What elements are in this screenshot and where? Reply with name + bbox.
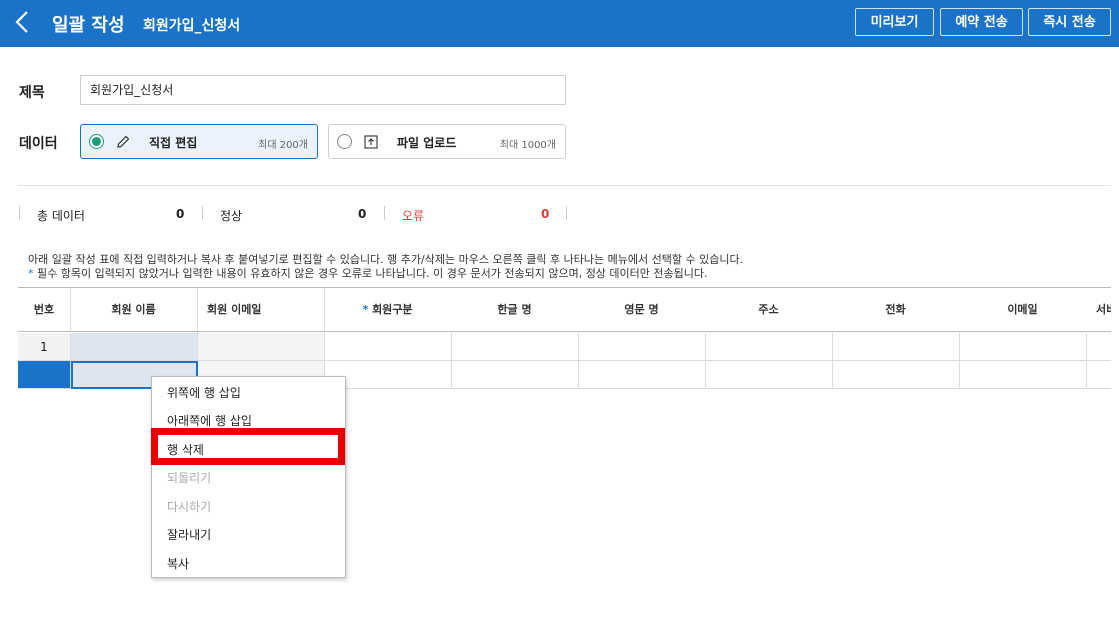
context-menu: 위쪽에 행 삽입 아래쪽에 행 삽입 행 삭제 되돌리기 다시하기 잘라내기 복… bbox=[151, 376, 346, 578]
send-now-button[interactable]: 즉시 전송 bbox=[1028, 8, 1111, 36]
top-bar: 일괄 작성 회원가입_신청서 미리보기 예약 전송 즉시 전송 bbox=[0, 0, 1119, 47]
back-arrow-icon[interactable] bbox=[15, 10, 37, 36]
column-header-member-type[interactable]: * 회원구분 bbox=[324, 288, 451, 331]
page-title: 일괄 작성 bbox=[52, 15, 125, 36]
grid-cell[interactable] bbox=[452, 333, 579, 361]
grid-cell[interactable] bbox=[579, 361, 706, 389]
pencil-icon bbox=[115, 134, 131, 150]
error-label: 오류 bbox=[402, 209, 425, 223]
grid-cell[interactable] bbox=[960, 361, 1087, 389]
menu-insert-row-below[interactable]: 아래쪽에 행 삽입 bbox=[167, 412, 252, 429]
grid-cell[interactable] bbox=[452, 361, 579, 389]
stat-separator bbox=[19, 206, 20, 220]
column-header-member-email[interactable]: 회원 이메일 bbox=[197, 288, 324, 331]
highlight-box bbox=[151, 428, 345, 465]
menu-copy[interactable]: 복사 bbox=[167, 555, 189, 572]
normal-value: 0 bbox=[358, 207, 367, 221]
data-label: 데이터 bbox=[19, 136, 58, 152]
subject-label: 제목 bbox=[19, 85, 45, 101]
subject-input[interactable]: 회원가입_신청서 bbox=[80, 75, 566, 105]
stat-separator bbox=[202, 206, 203, 220]
grid-cell[interactable] bbox=[1087, 333, 1111, 361]
radio-unselected-icon[interactable] bbox=[337, 134, 352, 149]
grid-cell[interactable] bbox=[833, 361, 960, 389]
grid-header: 번호 회원 이름 회원 이메일 * 회원구분 한글 명 영문 명 주소 전화 이… bbox=[18, 287, 1111, 332]
direct-edit-option[interactable]: 직접 편집 최대 200개 bbox=[80, 124, 318, 159]
menu-undo: 되돌리기 bbox=[167, 471, 212, 485]
file-upload-option[interactable]: 파일 업로드 최대 1000개 bbox=[328, 124, 566, 159]
menu-redo: 다시하기 bbox=[167, 500, 212, 514]
menu-cut[interactable]: 잘라내기 bbox=[167, 526, 211, 543]
column-header-email[interactable]: 이메일 bbox=[959, 288, 1086, 331]
grid-cell[interactable] bbox=[325, 333, 452, 361]
document-name: 회원가입_신청서 bbox=[143, 18, 241, 34]
grid-cell[interactable] bbox=[706, 333, 833, 361]
grid-cell[interactable] bbox=[198, 333, 325, 361]
column-header-phone[interactable]: 전화 bbox=[832, 288, 959, 331]
menu-insert-row-above[interactable]: 위쪽에 행 삽입 bbox=[167, 384, 241, 401]
grid-cell[interactable] bbox=[706, 361, 833, 389]
stat-separator bbox=[384, 206, 385, 220]
column-header-korean-name[interactable]: 한글 명 bbox=[451, 288, 578, 331]
column-header-service[interactable]: 서비 bbox=[1086, 288, 1111, 331]
upload-icon bbox=[363, 134, 379, 150]
column-header-number[interactable]: 번호 bbox=[18, 288, 70, 331]
row-number-selected[interactable] bbox=[18, 361, 71, 389]
grid-cell[interactable] bbox=[579, 333, 706, 361]
normal-label: 정상 bbox=[220, 209, 243, 223]
file-upload-label: 파일 업로드 bbox=[397, 136, 457, 150]
direct-edit-max: 최대 200개 bbox=[258, 140, 308, 151]
total-data-label: 총 데이터 bbox=[37, 209, 85, 223]
required-mark: * bbox=[362, 303, 369, 316]
grid-cell[interactable] bbox=[833, 333, 960, 361]
grid-note: * 필수 항목이 입력되지 않았거나 입력한 내용이 유효하지 않은 경우 오류… bbox=[28, 265, 708, 281]
direct-edit-label: 직접 편집 bbox=[149, 136, 198, 150]
grid-cell[interactable] bbox=[71, 333, 198, 361]
grid-cell[interactable] bbox=[1087, 361, 1111, 389]
schedule-send-button[interactable]: 예약 전송 bbox=[940, 8, 1023, 36]
stat-separator bbox=[566, 206, 567, 220]
grid-cell[interactable] bbox=[960, 333, 1087, 361]
column-header-address[interactable]: 주소 bbox=[705, 288, 832, 331]
section-divider bbox=[18, 185, 1111, 186]
column-header-member-type-label: 회원구분 bbox=[372, 303, 413, 316]
preview-button[interactable]: 미리보기 bbox=[855, 8, 934, 36]
error-value: 0 bbox=[541, 207, 550, 221]
total-data-value: 0 bbox=[176, 207, 185, 221]
column-header-member-name[interactable]: 회원 이름 bbox=[70, 288, 197, 331]
column-header-english-name[interactable]: 영문 명 bbox=[578, 288, 705, 331]
radio-selected-icon[interactable] bbox=[89, 134, 104, 149]
file-upload-max: 최대 1000개 bbox=[499, 140, 556, 151]
grid-note-text: 필수 항목이 입력되지 않았거나 입력한 내용이 유효하지 않은 경우 오류로 … bbox=[33, 267, 708, 280]
row-number[interactable]: 1 bbox=[18, 333, 71, 361]
